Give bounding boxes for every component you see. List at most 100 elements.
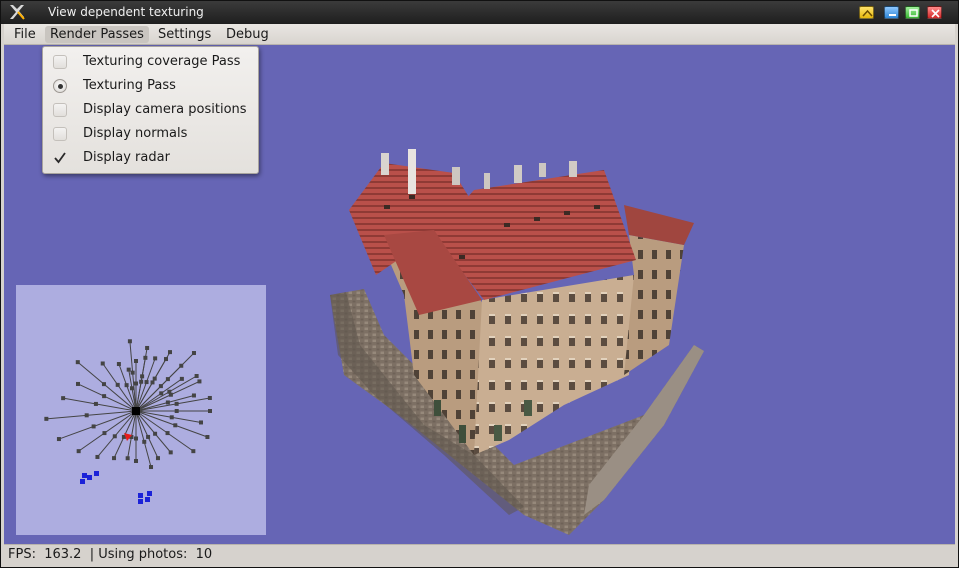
- app-window: View dependent texturing File Render Pas…: [0, 0, 959, 568]
- radar-camera-marker: [207, 395, 212, 400]
- radar-camera-marker: [134, 459, 138, 463]
- radar-camera-marker: [174, 409, 179, 413]
- radar-camera-ray: [129, 341, 137, 412]
- radar-camera-marker: [169, 415, 174, 420]
- radar-camera-marker: [197, 379, 202, 384]
- status-bar: FPS: 163.2 | Using photos: 10: [4, 544, 955, 565]
- close-button[interactable]: [927, 6, 942, 19]
- radar-camera-marker: [168, 450, 173, 455]
- radar-camera-ray: [63, 397, 137, 412]
- menu-file[interactable]: File: [9, 26, 41, 43]
- maximize-icon: [909, 9, 918, 17]
- maximize-button[interactable]: [905, 6, 920, 19]
- radar-camera-marker: [102, 394, 107, 399]
- radar-camera-marker: [125, 456, 130, 461]
- menu-render-passes[interactable]: Render Passes: [45, 26, 149, 43]
- menu-item-texturing-pass[interactable]: Texturing Pass: [43, 74, 258, 98]
- menu-item-texturing-coverage-pass[interactable]: Texturing coverage Pass: [43, 50, 258, 74]
- radar-camera-ray: [135, 410, 202, 423]
- radar-camera-marker: [146, 434, 151, 439]
- radar-camera-marker: [173, 423, 178, 428]
- menu-item-display-normals[interactable]: Display normals: [43, 122, 258, 146]
- radar-camera-marker: [191, 351, 196, 356]
- radar-camera-marker: [198, 420, 203, 425]
- radar-camera-marker: [127, 339, 132, 344]
- radar-camera-marker: [100, 361, 105, 366]
- radar-camera-marker: [191, 449, 196, 454]
- window-title: View dependent texturing: [48, 5, 204, 19]
- radar-camera-marker: [76, 449, 81, 454]
- menu-item-label: Texturing Pass: [83, 78, 176, 93]
- radar-camera-marker: [112, 456, 117, 461]
- title-bar[interactable]: View dependent texturing: [1, 1, 958, 24]
- radar-camera-marker: [75, 381, 80, 386]
- radar-camera-marker: [149, 465, 154, 470]
- render-passes-menu: Texturing coverage Pass Texturing Pass D…: [42, 46, 259, 174]
- radar-camera-marker: [205, 434, 210, 439]
- menu-bar: File Render Passes Settings Debug: [4, 24, 955, 45]
- radar-camera-marker: [155, 456, 160, 461]
- radar-camera-marker: [152, 376, 157, 381]
- menu-item-display-camera-positions[interactable]: Display camera positions: [43, 98, 258, 122]
- radar-camera-marker: [165, 400, 170, 405]
- radar-camera-marker: [75, 360, 80, 365]
- radar-selected-camera: [82, 473, 87, 478]
- radar-selected-camera: [94, 471, 99, 476]
- radar-camera-marker: [165, 431, 170, 436]
- radar-camera-marker: [144, 380, 149, 385]
- radar-camera-marker: [95, 454, 100, 459]
- radar-camera-marker: [191, 393, 196, 398]
- radar-camera-marker: [93, 401, 98, 406]
- menu-item-label: Texturing coverage Pass: [83, 54, 241, 69]
- radar-camera-marker: [153, 431, 158, 436]
- minimize-icon: [889, 14, 896, 16]
- radar-camera-marker: [61, 396, 66, 401]
- radar-camera-marker: [130, 370, 135, 375]
- shade-window-icon: [862, 9, 873, 17]
- radar-camera-marker: [91, 424, 96, 429]
- radar-camera-marker: [84, 413, 89, 418]
- radar-camera-marker: [112, 434, 117, 439]
- close-icon: [931, 9, 940, 18]
- radar-model-center: [132, 407, 140, 415]
- radar-camera-marker: [134, 436, 138, 441]
- radar-camera-marker: [159, 391, 164, 396]
- radar-camera-marker: [194, 374, 199, 378]
- radar-camera-marker: [165, 377, 170, 382]
- radar-camera-marker: [142, 439, 147, 444]
- radar-camera-marker: [167, 389, 172, 394]
- radar-camera-marker: [168, 350, 172, 355]
- radar-selected-camera: [138, 493, 143, 498]
- minimize-button[interactable]: [884, 6, 899, 19]
- menu-settings[interactable]: Settings: [153, 26, 216, 43]
- shade-window-button[interactable]: [859, 6, 874, 19]
- radar-camera-marker: [56, 437, 61, 442]
- radar-camera-marker: [179, 376, 184, 381]
- display-normals-checkbox[interactable]: [53, 127, 67, 141]
- radar-camera-marker: [115, 382, 120, 387]
- menu-item-display-radar[interactable]: Display radar: [43, 146, 258, 170]
- radar-camera-marker: [153, 356, 158, 361]
- radar-camera-marker: [134, 359, 138, 363]
- menu-item-label: Display camera positions: [83, 102, 247, 117]
- app-logo-icon[interactable]: [9, 4, 25, 20]
- radar-selected-camera: [138, 499, 143, 504]
- radar-camera-marker: [140, 374, 145, 379]
- radar-selected-camera: [80, 479, 85, 484]
- radar-camera-marker: [145, 345, 150, 350]
- menu-debug[interactable]: Debug: [221, 26, 274, 43]
- checkmark-icon[interactable]: [53, 151, 67, 165]
- radar-panel[interactable]: [16, 285, 266, 535]
- radar-camera-marker: [102, 431, 107, 436]
- texturing-pass-radio[interactable]: [53, 79, 67, 93]
- display-camera-positions-checkbox[interactable]: [53, 103, 67, 117]
- radar-camera-marker: [116, 362, 121, 367]
- radio-selected-dot: [58, 84, 63, 89]
- texturing-coverage-checkbox[interactable]: [53, 55, 67, 69]
- radar-camera-marker: [208, 409, 212, 413]
- radar-camera-marker: [101, 382, 106, 387]
- radar-camera-ray: [46, 410, 137, 420]
- radar-camera-marker: [134, 381, 138, 386]
- radar-selected-camera: [87, 475, 92, 480]
- radar-camera-marker: [126, 367, 131, 372]
